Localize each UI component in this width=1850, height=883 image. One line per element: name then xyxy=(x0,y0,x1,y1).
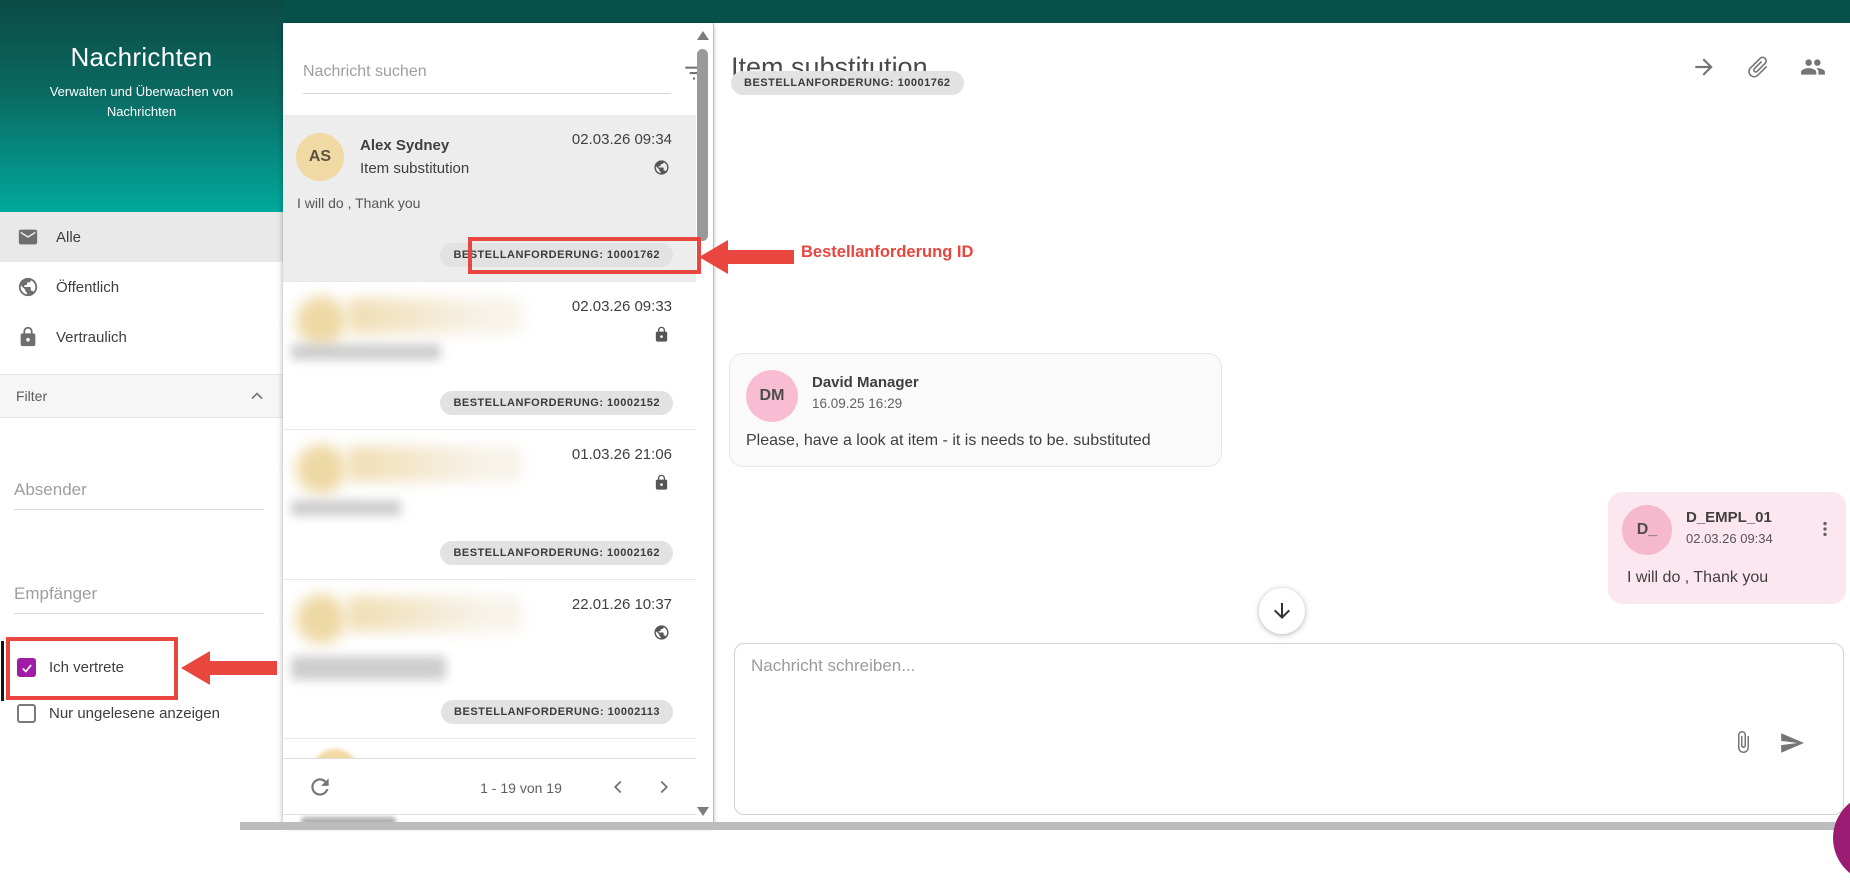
sender-blurred xyxy=(347,596,522,632)
recipient-input[interactable] xyxy=(14,580,264,614)
message-time: 16.09.25 16:29 xyxy=(812,396,903,411)
lock-icon xyxy=(653,474,670,491)
annotation-arrow-shaft xyxy=(727,250,794,264)
order-requisition-badge: BESTELLANFORDERUNG: 10002113 xyxy=(441,700,673,724)
message-text: I will do , Thank you xyxy=(1627,569,1769,586)
message-composer[interactable]: Nachricht schreiben... xyxy=(734,643,1844,815)
sidebar-item-label: Öffentlich xyxy=(56,278,120,296)
sidebar: Nachrichten Verwalten und Überwachen von… xyxy=(0,0,283,830)
message-text: Please, have a look at item - it is need… xyxy=(746,432,1151,449)
avatar: DM xyxy=(746,370,798,422)
conversation-actions xyxy=(1691,54,1825,80)
message-date: 02.03.26 09:33 xyxy=(571,298,672,315)
search-input[interactable] xyxy=(303,63,671,94)
page-subtitle: Verwalten und Überwachen von Nachrichten xyxy=(49,84,234,119)
list-item-blurred[interactable]: 22.01.26 10:37 BESTELLANFORDERUNG: 10002… xyxy=(283,580,696,739)
filter-section-header[interactable]: Filter xyxy=(0,375,283,418)
sender-input[interactable] xyxy=(14,476,264,510)
composer-placeholder: Nachricht schreiben... xyxy=(751,656,916,675)
sidebar-item-label: Vertraulich xyxy=(56,328,127,346)
message-date: 01.03.26 21:06 xyxy=(571,446,672,463)
pagination-bar: 1 - 19 von 19 xyxy=(283,758,696,815)
globe-icon xyxy=(653,624,670,641)
sidebar-item-label: Alle xyxy=(56,228,82,246)
send-icon[interactable] xyxy=(1779,730,1805,756)
avatar: D_ xyxy=(1622,505,1672,555)
arrow-down-icon xyxy=(1270,599,1294,623)
globe-icon xyxy=(17,276,39,298)
message-author: D_EMPL_01 xyxy=(1686,509,1772,526)
participants-icon[interactable] xyxy=(1799,54,1825,80)
sender-blurred xyxy=(347,446,522,482)
filter-label: Filter xyxy=(16,388,48,404)
conversation-panel: Item substitution BESTELLANFORDERUNG: 10… xyxy=(713,23,1850,830)
order-requisition-badge: BESTELLANFORDERUNG: 10001762 xyxy=(731,71,964,95)
sidebar-item-alle[interactable]: Alle xyxy=(0,212,283,262)
forward-arrow-icon[interactable] xyxy=(1691,54,1717,80)
sidebar-nav: Alle Öffentlich Vertraulich xyxy=(0,212,283,362)
refresh-icon[interactable] xyxy=(307,774,333,800)
message-subject: Item substitution xyxy=(360,160,470,177)
attachment-icon[interactable] xyxy=(1745,54,1771,80)
chevron-right-icon[interactable] xyxy=(653,776,675,798)
scroll-to-bottom-button[interactable] xyxy=(1259,588,1305,634)
lock-icon xyxy=(653,326,670,343)
message-list: AS Alex Sydney Item substitution 02.03.2… xyxy=(283,115,696,797)
list-item-blurred[interactable]: 01.03.26 21:06 BESTELLANFORDERUNG: 10002… xyxy=(283,430,696,580)
annotation-arrow-head xyxy=(699,240,728,274)
checkbox-unchecked-icon[interactable] xyxy=(17,704,36,723)
list-item-blurred[interactable]: 02.03.26 09:33 BESTELLANFORDERUNG: 10002… xyxy=(283,282,696,430)
checkbox-label: Nur ungelesene anzeigen xyxy=(49,705,220,722)
more-options-icon[interactable] xyxy=(1815,517,1835,541)
recipient-filter-field xyxy=(14,580,264,614)
chevron-up-icon xyxy=(247,386,267,406)
preview-blurred xyxy=(291,344,441,360)
message-author: David Manager xyxy=(812,374,919,391)
page-title: Nachrichten xyxy=(70,42,213,72)
chevron-left-icon[interactable] xyxy=(607,776,629,798)
avatar: AS xyxy=(296,133,344,181)
scrollbar-up-icon[interactable] xyxy=(697,31,709,40)
avatar-blurred xyxy=(296,594,346,644)
annotation-box-badge xyxy=(468,237,701,274)
order-requisition-badge: BESTELLANFORDERUNG: 10002152 xyxy=(440,391,673,415)
list-scrollbar[interactable] xyxy=(696,23,711,826)
preview-blurred xyxy=(291,656,446,680)
checkbox-nur-ungelesene[interactable]: Nur ungelesene anzeigen xyxy=(17,704,220,723)
scrollbar-down-icon[interactable] xyxy=(697,807,709,816)
avatar-blurred xyxy=(296,296,346,346)
sender-blurred xyxy=(347,298,522,334)
lock-icon xyxy=(17,326,39,348)
sidebar-header: Nachrichten Verwalten und Überwachen von… xyxy=(0,0,283,212)
message-sender: Alex Sydney xyxy=(360,137,450,154)
order-requisition-badge: BESTELLANFORDERUNG: 10002162 xyxy=(440,541,673,565)
annotation-label: Bestellanforderung ID xyxy=(801,243,974,261)
mail-icon xyxy=(17,226,39,248)
message-date: 22.01.26 10:37 xyxy=(571,596,672,613)
scrollbar-thumb[interactable] xyxy=(697,49,708,241)
annotation-arrow-head xyxy=(181,651,210,685)
chat-message-incoming: DM David Manager 16.09.25 16:29 Please, … xyxy=(729,353,1222,467)
pagination-range: 1 - 19 von 19 xyxy=(480,780,562,796)
message-date: 02.03.26 09:34 xyxy=(571,131,672,148)
chat-message-outgoing: D_ D_EMPL_01 02.03.26 09:34 I will do , … xyxy=(1608,492,1846,604)
sender-filter-field xyxy=(14,476,264,510)
sidebar-item-vertraulich[interactable]: Vertraulich xyxy=(0,312,283,362)
message-list-panel: AS Alex Sydney Item substitution 02.03.2… xyxy=(283,23,713,826)
sidebar-item-oeffentlich[interactable]: Öffentlich xyxy=(0,262,283,312)
annotation-box-checkbox xyxy=(6,637,178,700)
avatar-blurred xyxy=(296,444,346,494)
bottom-bar xyxy=(240,822,1850,830)
annotation-black-line xyxy=(1,641,4,701)
message-preview: I will do , Thank you xyxy=(297,195,421,211)
attachment-icon[interactable] xyxy=(1731,730,1755,754)
annotation-arrow-shaft xyxy=(209,661,277,675)
preview-blurred xyxy=(291,500,401,516)
globe-icon xyxy=(653,159,670,176)
message-time: 02.03.26 09:34 xyxy=(1686,531,1773,546)
